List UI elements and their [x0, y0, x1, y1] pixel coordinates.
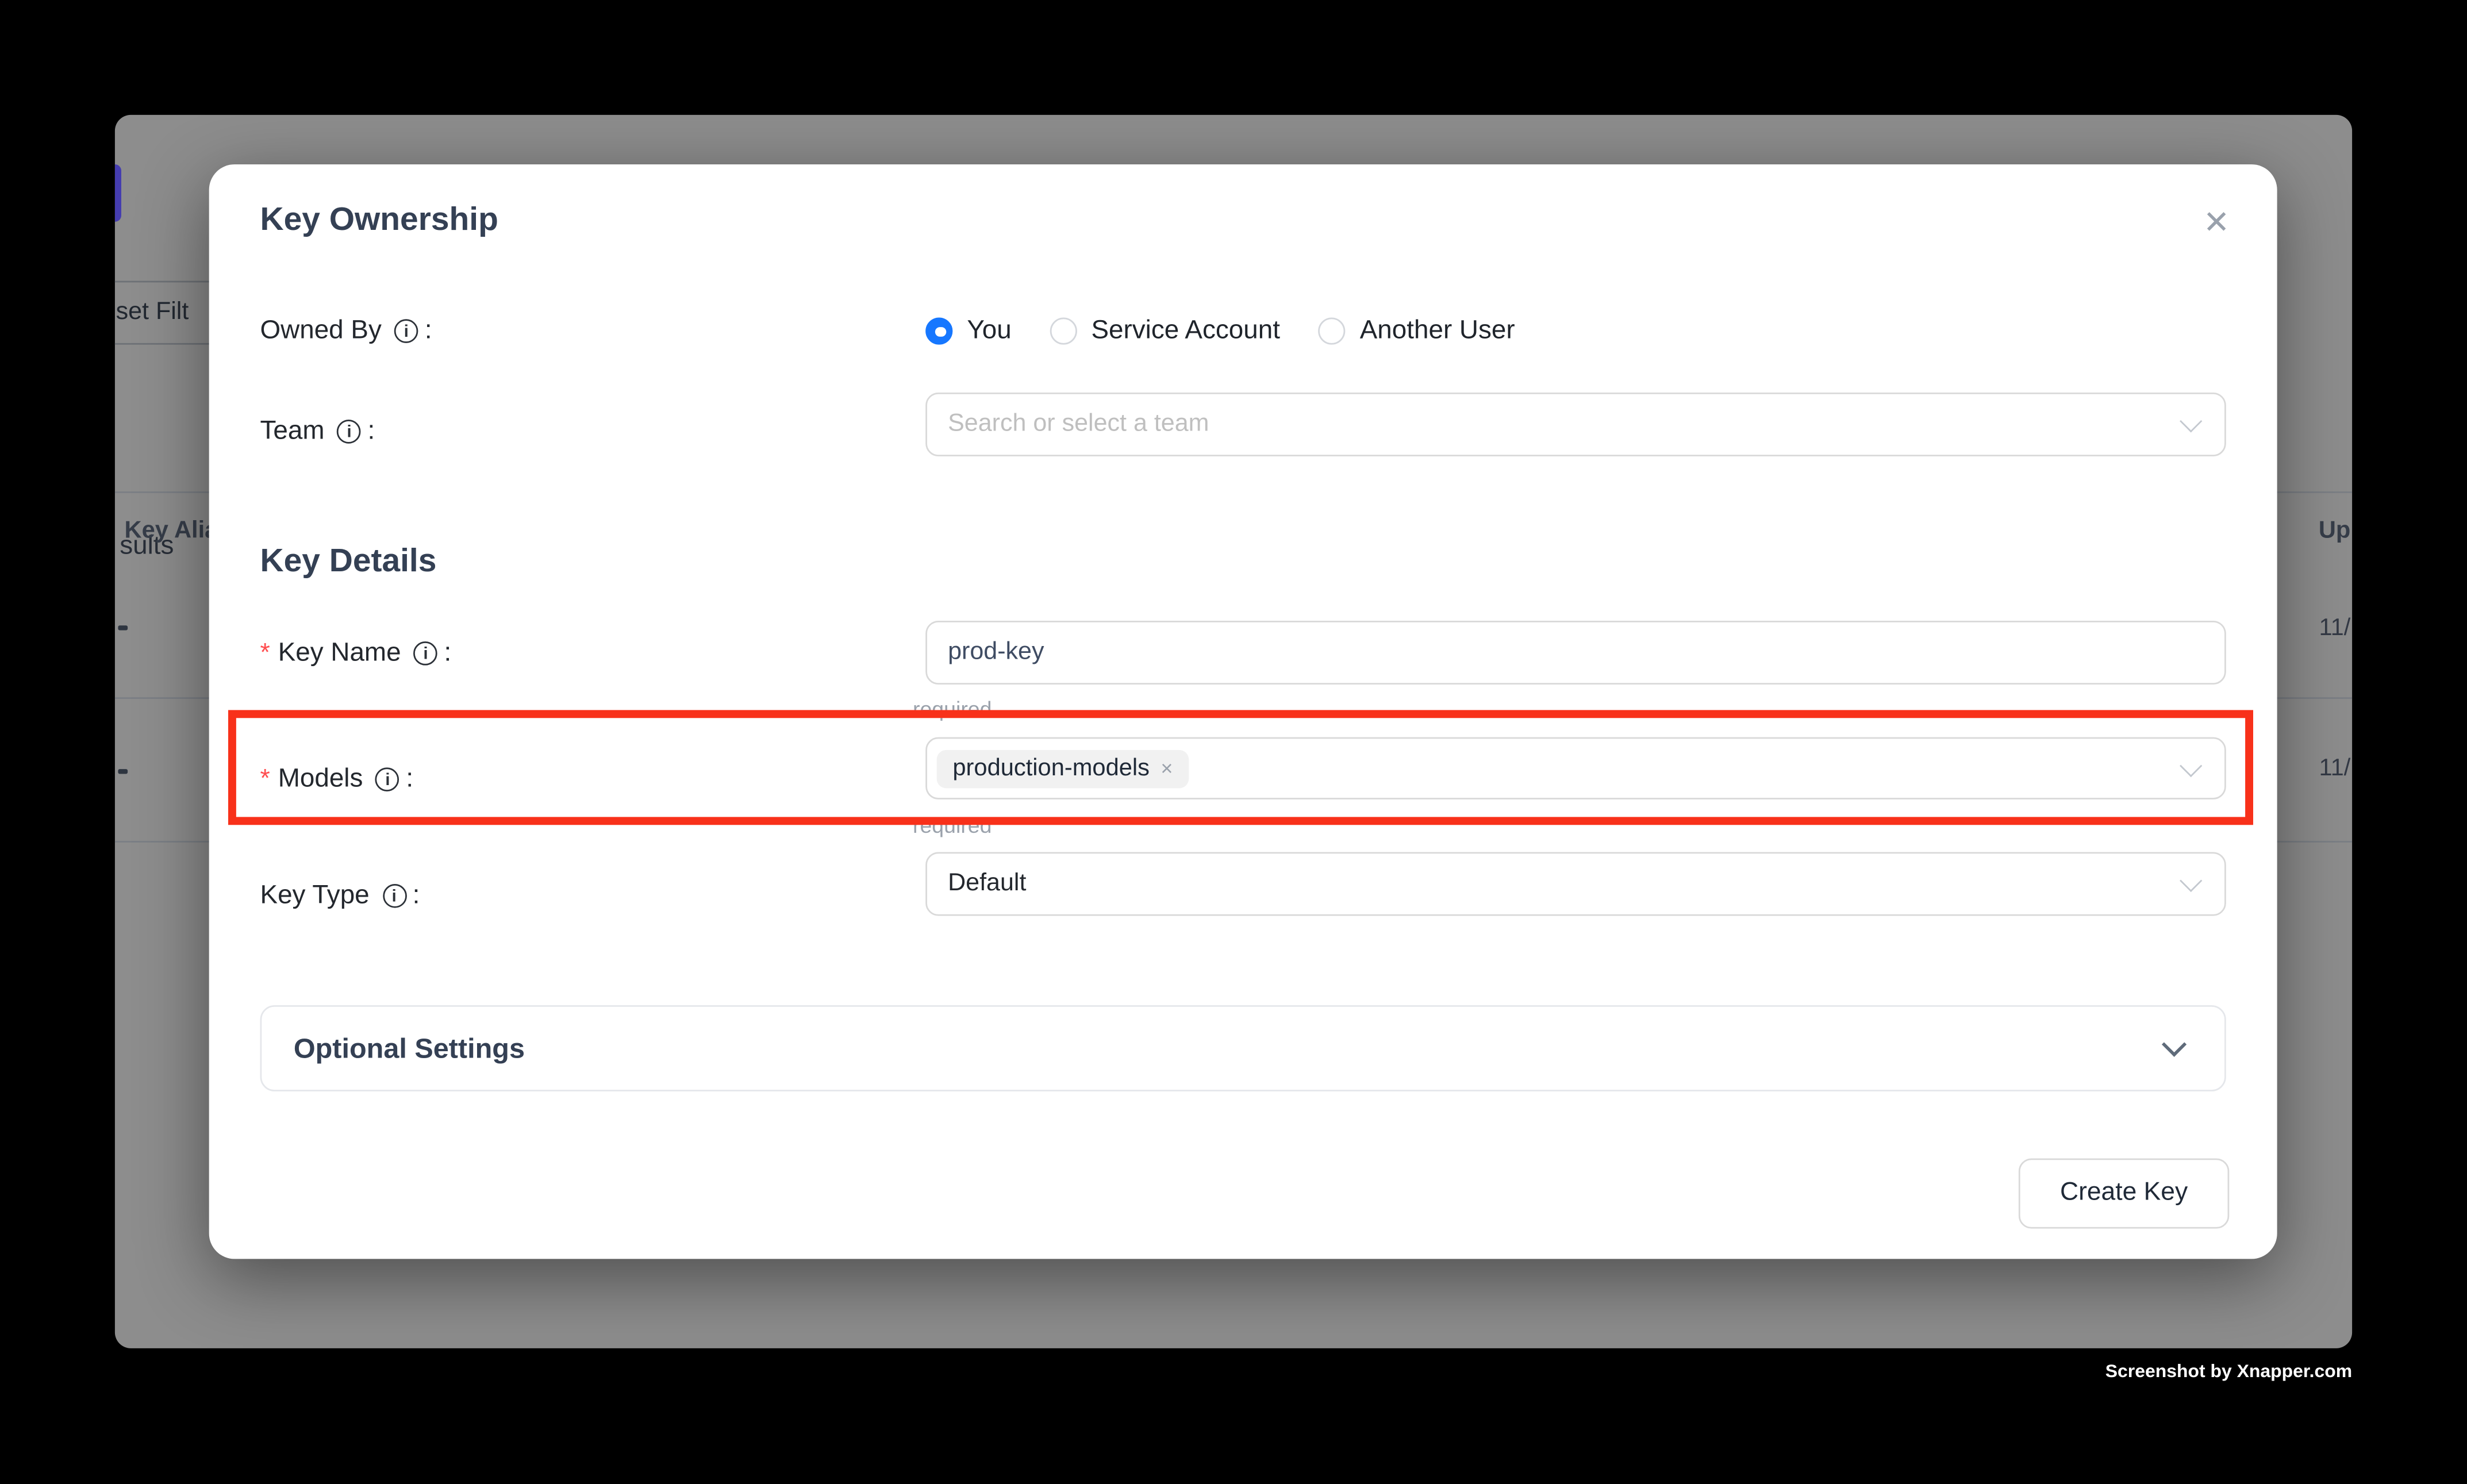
radio-unselected-icon — [1050, 317, 1077, 344]
team-search-input[interactable] — [927, 410, 2095, 439]
screenshot-stage: eset Filt sults Key Alia Up 11/ 11/ Key … — [0, 0, 2467, 1484]
info-icon[interactable]: i — [382, 884, 406, 908]
key-type-select[interactable]: Default — [925, 852, 2226, 916]
radio-service-account[interactable]: Service Account — [1050, 315, 1280, 345]
radio-you[interactable]: You — [925, 315, 1011, 345]
key-name-input[interactable] — [927, 638, 2095, 667]
key-name-label: * Key Name i : — [260, 633, 452, 673]
chevron-down-icon — [2180, 410, 2202, 432]
info-icon[interactable]: i — [414, 641, 438, 666]
table-row-alias-dash — [118, 625, 128, 629]
key-type-label: Key Type i : — [260, 876, 420, 916]
radio-unselected-icon — [1319, 317, 1346, 344]
key-name-field — [925, 621, 2226, 685]
reset-filters-partial-label: eset Filt — [115, 298, 189, 327]
chevron-down-icon — [2180, 870, 2202, 892]
radio-another-user[interactable]: Another User — [1319, 315, 1515, 345]
table-row-updated-date: 11/ — [2319, 611, 2351, 643]
key-details-heading: Key Details — [260, 543, 437, 581]
table-row-alias-dash — [118, 769, 128, 773]
column-header-key-alias: Key Alia — [125, 512, 218, 547]
team-label: Team i : — [260, 412, 375, 451]
create-key-button-fragment[interactable] — [115, 164, 121, 222]
watermark-text: Screenshot by Xnapper.com — [2105, 1363, 2352, 1382]
key-ownership-heading: Key Ownership — [260, 201, 498, 240]
team-select[interactable] — [925, 393, 2226, 456]
radio-selected-icon — [925, 317, 952, 344]
column-header-updated: Up — [2319, 512, 2351, 547]
info-icon[interactable]: i — [337, 420, 362, 444]
required-asterisk: * — [260, 639, 270, 668]
owned-by-radio-group: You Service Account Another User — [925, 308, 1515, 353]
close-icon[interactable]: ✕ — [2194, 199, 2239, 244]
optional-settings-toggle[interactable]: Optional Settings — [260, 1005, 2226, 1091]
create-key-button[interactable]: Create Key — [2019, 1159, 2229, 1229]
chevron-down-icon — [2162, 1032, 2187, 1057]
table-row-updated-date: 11/ — [2319, 752, 2351, 784]
owned-by-label: Owned By i : — [260, 311, 432, 351]
info-icon[interactable]: i — [394, 319, 418, 343]
annotation-highlight-box — [228, 710, 2253, 825]
